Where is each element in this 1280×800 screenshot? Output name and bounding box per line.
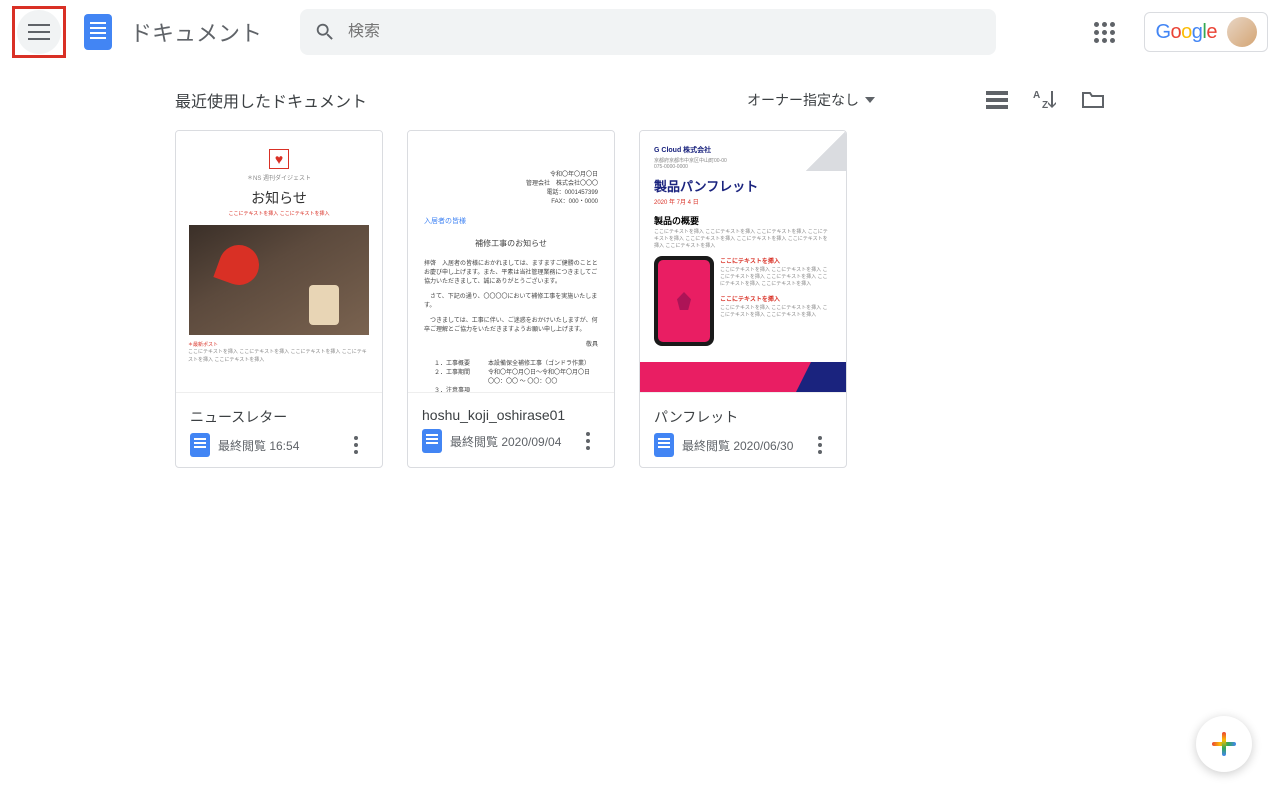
thumb-list-item: ２．工事期間 令和〇年〇月〇日〜令和〇年〇月〇日 〇〇：〇〇 〜 〇〇：〇〇 bbox=[434, 369, 598, 387]
document-title: ニュースレター bbox=[190, 407, 368, 427]
thumb-center-title: 補修工事のお知らせ bbox=[424, 238, 598, 250]
menu-highlight-box bbox=[12, 6, 66, 58]
apps-grid-icon bbox=[1094, 22, 1115, 43]
thumb-right-block: 令和〇年〇月〇日 管理会社 株式会社〇〇〇 電話：0001457399 FAX：… bbox=[424, 171, 598, 207]
thumb-heading: 製品パンフレット bbox=[654, 176, 832, 195]
document-grid: ♥ ＊NS 週刊ダイジェスト お知らせ ここにテキストを挿入 ここにテキストを挿… bbox=[0, 126, 1280, 472]
thumb-list-item: ３．注意事項 １．工事期間中は担当者が立ち入ります。 窓等が開放する場合がありま… bbox=[434, 387, 598, 394]
new-document-fab[interactable] bbox=[1196, 716, 1252, 772]
sort-az-icon: AZ bbox=[1033, 89, 1057, 111]
thumb-phone-mockup bbox=[654, 256, 714, 346]
document-card[interactable]: 令和〇年〇月〇日 管理会社 株式会社〇〇〇 電話：0001457399 FAX：… bbox=[407, 130, 615, 468]
document-card[interactable]: ♥ ＊NS 週刊ダイジェスト お知らせ ここにテキストを挿入 ここにテキストを挿… bbox=[175, 130, 383, 468]
heart-icon: ♥ bbox=[269, 149, 289, 169]
thumb-side-heading: ここにテキストを挿入 bbox=[720, 294, 832, 303]
sort-button[interactable]: AZ bbox=[1033, 88, 1057, 112]
thumb-recipient: 入居者の皆様 bbox=[424, 217, 598, 228]
header: ドキュメント Google bbox=[0, 0, 1280, 64]
document-subtitle: 最終閲覧 2020/06/30 bbox=[682, 437, 800, 454]
thumb-footer-bar bbox=[640, 362, 846, 392]
main-menu-button[interactable] bbox=[17, 10, 61, 54]
google-logo: Google bbox=[1155, 21, 1217, 44]
document-card[interactable]: G Cloud 株式会社 京都府京都市中京区中山町00-00 075-0000-… bbox=[639, 130, 847, 468]
view-toolbar: AZ bbox=[985, 88, 1105, 112]
more-vert-icon bbox=[586, 432, 590, 450]
thumb-body-text: ここにテキストを挿入 ここにテキストを挿入 ここにテキストを挿入 ここにテキスト… bbox=[176, 348, 382, 364]
hamburger-icon bbox=[28, 24, 50, 40]
thumb-footer-label: ＊最新ポスト bbox=[176, 335, 382, 348]
search-icon bbox=[314, 21, 336, 43]
owner-filter-dropdown[interactable]: オーナー指定なし bbox=[747, 90, 875, 110]
more-vert-icon bbox=[354, 436, 358, 454]
document-more-button[interactable] bbox=[576, 429, 600, 453]
document-thumbnail: ♥ ＊NS 週刊ダイジェスト お知らせ ここにテキストを挿入 ここにテキストを挿… bbox=[176, 131, 382, 393]
thumb-corner-fold bbox=[806, 131, 846, 171]
thumb-headline: お知らせ bbox=[176, 188, 382, 208]
document-more-button[interactable] bbox=[344, 433, 368, 457]
thumb-small-label: ＊NS 週刊ダイジェスト bbox=[176, 173, 382, 182]
owner-filter-label: オーナー指定なし bbox=[747, 90, 859, 110]
document-more-button[interactable] bbox=[808, 433, 832, 457]
plus-icon bbox=[1212, 732, 1236, 756]
search-bar[interactable] bbox=[300, 9, 996, 55]
search-input[interactable] bbox=[348, 23, 982, 41]
docs-file-icon bbox=[654, 433, 674, 457]
docs-file-icon bbox=[190, 433, 210, 457]
list-view-button[interactable] bbox=[985, 88, 1009, 112]
document-thumbnail: G Cloud 株式会社 京都府京都市中京区中山町00-00 075-0000-… bbox=[640, 131, 846, 393]
section-title: 最近使用したドキュメント bbox=[175, 88, 367, 112]
document-thumbnail: 令和〇年〇月〇日 管理会社 株式会社〇〇〇 電話：0001457399 FAX：… bbox=[408, 131, 614, 393]
open-file-picker-button[interactable] bbox=[1081, 88, 1105, 112]
app-title: ドキュメント bbox=[130, 16, 262, 48]
thumb-closing: 敬具 bbox=[424, 341, 598, 350]
card-meta: パンフレット 最終閲覧 2020/06/30 bbox=[640, 393, 846, 467]
folder-icon bbox=[1082, 91, 1104, 109]
document-subtitle: 最終閲覧 2020/09/04 bbox=[450, 433, 568, 450]
thumb-body: ここにテキストを挿入 ここにテキストを挿入 ここにテキストを挿入 ここにテキスト… bbox=[654, 229, 832, 250]
more-vert-icon bbox=[818, 436, 822, 454]
section-header: 最近使用したドキュメント オーナー指定なし AZ bbox=[0, 64, 1280, 126]
svg-text:Z: Z bbox=[1042, 100, 1048, 111]
thumb-side-heading: ここにテキストを挿入 bbox=[720, 256, 832, 265]
thumb-para: さて、下記の通り、〇〇〇〇において補修工事を実施いたします。 bbox=[424, 293, 598, 311]
thumb-hero-image bbox=[189, 225, 369, 335]
card-meta: hoshu_koji_oshirase01 最終閲覧 2020/09/04 bbox=[408, 393, 614, 463]
thumb-date: 2020 年 7月 4 日 bbox=[654, 197, 832, 206]
thumb-para: つきましては、工事に伴い、ご迷惑をおかけいたしますが、何卒ご理解とご協力をいただ… bbox=[424, 317, 598, 335]
document-title: hoshu_koji_oshirase01 bbox=[422, 407, 600, 423]
thumb-side-text: ここにテキストを挿入 ここにテキストを挿入 ここにテキストを挿入 ここにテキスト… bbox=[720, 305, 832, 319]
avatar[interactable] bbox=[1227, 17, 1257, 47]
thumb-caption: ここにテキストを挿入 ここにテキストを挿入 bbox=[176, 210, 382, 217]
thumb-para: 拝啓 入居者の皆様におかれましては、ますますご健勝のこととお慶び申し上げます。ま… bbox=[424, 260, 598, 287]
list-icon bbox=[986, 91, 1008, 109]
dropdown-arrow-icon bbox=[865, 97, 875, 103]
docs-app-icon bbox=[84, 14, 112, 50]
thumb-overview-label: 製品の概要 bbox=[654, 214, 832, 227]
docs-file-icon bbox=[422, 429, 442, 453]
document-title: パンフレット bbox=[654, 407, 832, 427]
thumb-list-item: １．工事概要 本設備保全補修工事（ゴンドラ作業） bbox=[434, 360, 598, 369]
google-apps-button[interactable] bbox=[1084, 12, 1124, 52]
card-meta: ニュースレター 最終閲覧 16:54 bbox=[176, 393, 382, 467]
document-subtitle: 最終閲覧 16:54 bbox=[218, 437, 336, 454]
svg-text:A: A bbox=[1033, 90, 1040, 101]
thumb-side-text: ここにテキストを挿入 ここにテキストを挿入 ここにテキストを挿入 ここにテキスト… bbox=[720, 267, 832, 288]
account-box[interactable]: Google bbox=[1144, 12, 1268, 52]
